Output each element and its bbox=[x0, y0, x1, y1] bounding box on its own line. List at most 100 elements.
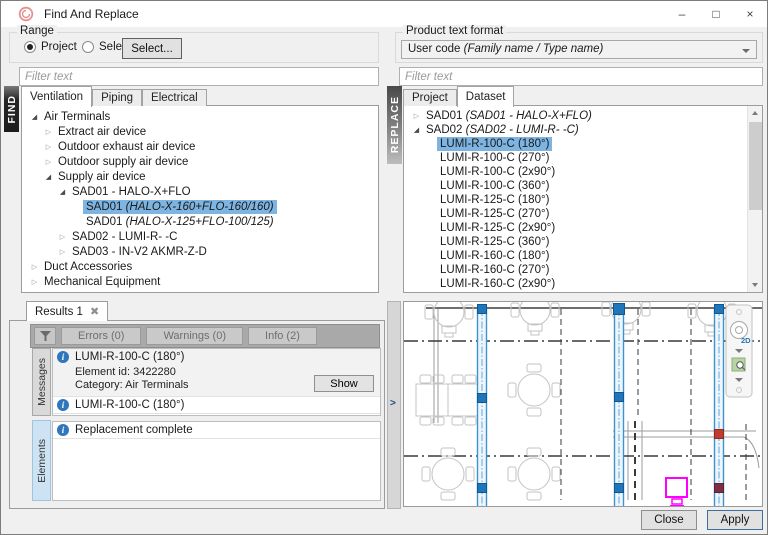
tree-item[interactable]: SAD01 (HALO-X-160+FLO-160/160) bbox=[22, 199, 378, 214]
tree-item[interactable]: SAD01 (SAD01 - HALO-X+FLO) bbox=[404, 109, 746, 123]
status-messages-list: iReplacement complete bbox=[52, 421, 381, 501]
replace-filter-input[interactable] bbox=[399, 67, 763, 86]
expander-icon[interactable] bbox=[42, 128, 55, 136]
close-window-button[interactable]: × bbox=[733, 1, 767, 27]
expander-icon[interactable] bbox=[42, 143, 55, 151]
scroll-down-icon[interactable] bbox=[748, 278, 763, 292]
tab[interactable]: Project bbox=[403, 89, 457, 106]
tree-item[interactable]: LUMI-R-160-C (270°) bbox=[404, 263, 746, 277]
furniture bbox=[416, 302, 736, 500]
message-item[interactable]: i LUMI-R-100-C (180°) bbox=[53, 397, 380, 414]
tab[interactable]: Electrical bbox=[142, 89, 207, 106]
duct-runs bbox=[478, 309, 724, 506]
workstation-group bbox=[416, 375, 480, 425]
radio-project-label: Project bbox=[41, 41, 77, 53]
message-text: Replacement complete bbox=[75, 424, 193, 436]
product-text-format-dropdown[interactable]: User code (Family name / Type name) bbox=[401, 40, 757, 59]
grid-lines bbox=[404, 309, 762, 500]
expander-icon[interactable] bbox=[56, 188, 69, 196]
tree-item[interactable]: Outdoor supply air device bbox=[22, 154, 378, 169]
show-button[interactable]: Show bbox=[314, 375, 374, 392]
severity-filter-tab[interactable]: Errors (0) bbox=[61, 327, 141, 345]
close-results-icon[interactable]: ✖ bbox=[90, 305, 99, 318]
expander-icon[interactable] bbox=[410, 112, 423, 120]
find-tabs: VentilationPipingElectrical bbox=[21, 86, 207, 106]
tree-item[interactable]: Air Terminals bbox=[22, 109, 378, 124]
range-legend: Range bbox=[17, 25, 57, 37]
tree-item[interactable]: LUMI-R-125-C (360°) bbox=[404, 235, 746, 249]
filter-funnel-button[interactable] bbox=[34, 327, 56, 345]
info-icon: i bbox=[57, 399, 69, 411]
results-tab-label: Results 1 bbox=[35, 306, 83, 318]
selection-handles[interactable] bbox=[478, 304, 724, 493]
tree-item[interactable]: LUMI-R-125-C (2x90°) bbox=[404, 221, 746, 235]
tree-item[interactable]: LUMI-R-125-C (180°) bbox=[404, 193, 746, 207]
tree-item[interactable]: SAD02 (SAD02 - LUMI-R- -C) bbox=[404, 123, 746, 137]
scroll-up-icon[interactable] bbox=[748, 106, 763, 120]
tree-item[interactable]: Duct Accessories bbox=[22, 259, 378, 274]
navigation-bar[interactable]: 2D bbox=[726, 305, 752, 397]
radio-selection-dot bbox=[82, 41, 94, 53]
tab[interactable]: Ventilation bbox=[21, 86, 92, 107]
severity-filter-tab[interactable]: Info (2) bbox=[248, 327, 317, 345]
tree-item[interactable]: LUMI-R-100-C (2x90°) bbox=[404, 165, 746, 179]
tree-item[interactable]: Supply air device bbox=[22, 169, 378, 184]
window-title: Find And Replace bbox=[44, 1, 139, 27]
messages-list: iLUMI-R-100-C (180°)Element id: 3422280C… bbox=[52, 348, 381, 416]
tree-item[interactable]: SAD02 - LUMI-R- -C bbox=[22, 229, 378, 244]
zoom-icon[interactable] bbox=[732, 358, 745, 371]
find-filter-input[interactable] bbox=[19, 67, 379, 86]
expander-icon[interactable] bbox=[42, 158, 55, 166]
tree-item[interactable]: LUMI-R-160-C (180°) bbox=[404, 249, 746, 263]
range-group: Range Project Selection Select... bbox=[9, 32, 379, 63]
minimize-button[interactable]: – bbox=[665, 1, 699, 27]
titlebar: Find And Replace – □ × bbox=[1, 1, 767, 27]
expander-icon[interactable] bbox=[56, 248, 69, 256]
expander-icon[interactable] bbox=[56, 233, 69, 241]
find-tree: Air Terminals Extract air device Outdoor… bbox=[22, 106, 378, 289]
tree-item[interactable]: LUMI-R-125-C (270°) bbox=[404, 207, 746, 221]
tree-item[interactable]: LUMI-R-100-C (360°) bbox=[404, 179, 746, 193]
tree-item[interactable]: LUMI-R-100-C (270°) bbox=[404, 151, 746, 165]
funnel-icon bbox=[40, 331, 51, 341]
tree-item[interactable]: Extract air device bbox=[22, 124, 378, 139]
splitter-expand-icon[interactable]: > bbox=[390, 398, 396, 409]
duct-run bbox=[615, 309, 624, 506]
maximize-button[interactable]: □ bbox=[699, 1, 733, 27]
message-item[interactable]: iLUMI-R-100-C (180°)Element id: 3422280C… bbox=[53, 349, 380, 397]
dropdown-value-italic: (Family name / Type name) bbox=[464, 43, 604, 55]
message-item[interactable]: iReplacement complete bbox=[53, 422, 380, 439]
severity-filter-tab[interactable]: Warnings (0) bbox=[146, 327, 243, 345]
message-text: LUMI-R-100-C (180°) bbox=[75, 351, 184, 363]
scrollbar-thumb[interactable] bbox=[749, 122, 762, 210]
expander-icon[interactable] bbox=[28, 263, 41, 271]
tab[interactable]: Dataset bbox=[457, 86, 515, 107]
replace-tree: SAD01 (SAD01 - HALO-X+FLO) SAD02 (SAD02 … bbox=[404, 106, 746, 291]
expander-icon[interactable] bbox=[28, 113, 41, 121]
preview-splitter[interactable]: > bbox=[387, 301, 401, 509]
vertical-scrollbar[interactable] bbox=[747, 106, 762, 292]
results-tab[interactable]: Results 1 ✖ bbox=[26, 301, 108, 321]
expander-icon[interactable] bbox=[28, 278, 41, 286]
app-icon bbox=[18, 6, 34, 22]
tab[interactable]: Piping bbox=[92, 89, 142, 106]
close-button[interactable]: Close bbox=[641, 510, 697, 530]
tree-item[interactable]: SAD03 - IN-V2 AKMR-Z-D bbox=[22, 244, 378, 259]
tree-item[interactable]: Mechanical Equipment bbox=[22, 274, 378, 289]
radio-project[interactable]: Project bbox=[24, 41, 77, 53]
tab-elements[interactable]: Elements bbox=[32, 420, 51, 501]
tree-item[interactable]: SAD01 - HALO-X+FLO bbox=[22, 184, 378, 199]
tree-item[interactable]: LUMI-R-100-C (180°) bbox=[404, 137, 746, 151]
select-button[interactable]: Select... bbox=[122, 38, 182, 59]
message-text: LUMI-R-100-C (180°) bbox=[75, 399, 184, 411]
expander-icon[interactable] bbox=[410, 126, 423, 134]
expander-icon[interactable] bbox=[42, 173, 55, 181]
tree-item[interactable]: LUMI-R-160-C (2x90°) bbox=[404, 277, 746, 291]
tree-item[interactable]: SAD01 (HALO-X-125+FLO-100/125) bbox=[22, 214, 378, 229]
tab-messages[interactable]: Messages bbox=[32, 348, 51, 416]
apply-button[interactable]: Apply bbox=[707, 510, 763, 530]
radio-project-dot bbox=[24, 41, 36, 53]
results-toolbar: Errors (0) Warnings (0) Info (2) bbox=[30, 324, 380, 348]
floor-plan-preview[interactable]: 2D bbox=[404, 302, 762, 506]
tree-item[interactable]: Outdoor exhaust air device bbox=[22, 139, 378, 154]
